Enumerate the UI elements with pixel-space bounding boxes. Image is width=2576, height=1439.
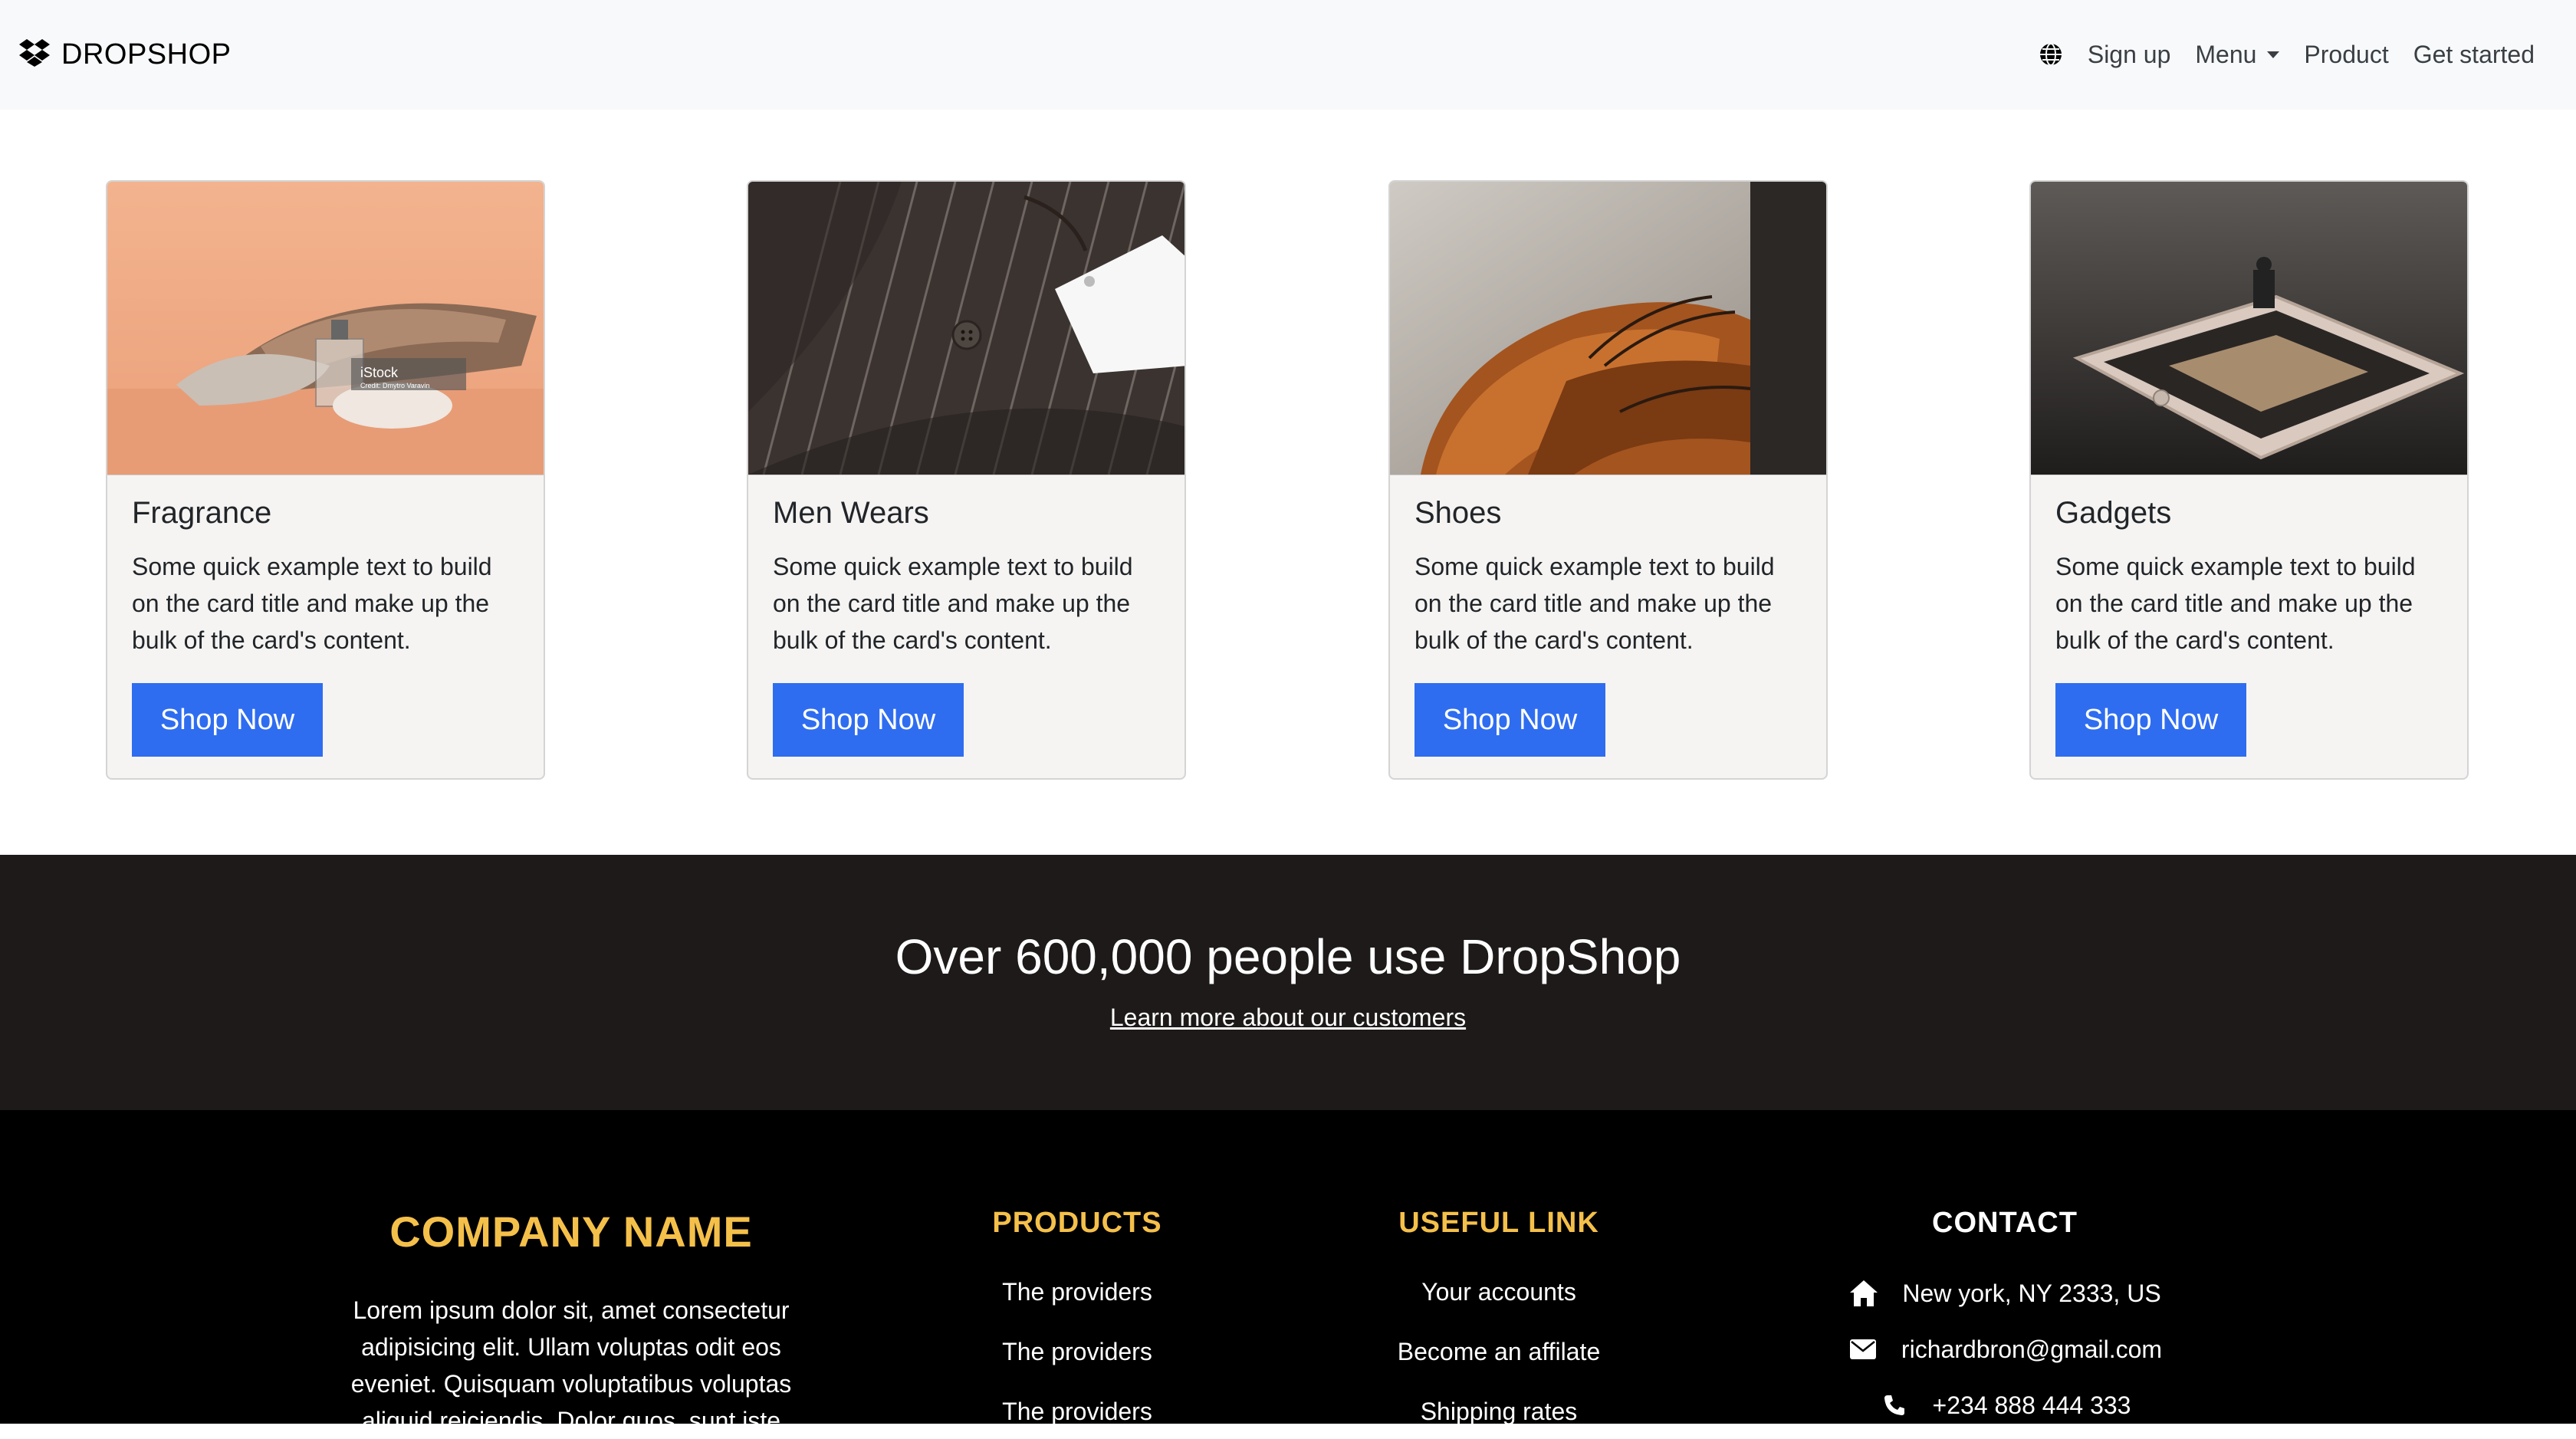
company-about: Lorem ipsum dolor sit, amet consectetur …: [350, 1296, 792, 1434]
navbar: DROPSHOP Sign up Menu Product Get starte…: [0, 0, 2576, 110]
contact-address-text: New york, NY 2333, US: [1902, 1279, 2161, 1307]
card-text: Some quick example text to build on the …: [773, 553, 1133, 654]
footer-company: COMPANY NAME Lorem ipsum dolor sit, amet…: [337, 1207, 805, 1439]
contact-phone-text[interactable]: +234 888 444 333: [1933, 1391, 2131, 1420]
envelope-icon: [1848, 1334, 1878, 1365]
stats-band: Over 600,000 people use DropShop Learn m…: [0, 855, 2576, 1110]
stats-link-wrap: Learn more about our customers: [0, 1004, 2576, 1032]
contact-address: New york, NY 2333, US: [1832, 1278, 2177, 1309]
shop-now-button[interactable]: Shop Now: [2055, 683, 2246, 757]
footer-link-providers[interactable]: The providers: [943, 1338, 1211, 1366]
nav-menu-label: Menu: [2195, 40, 2257, 68]
nav-get-started[interactable]: Get started: [2413, 41, 2535, 69]
card-text: Some quick example text to build on the …: [1414, 553, 1775, 654]
globe-icon[interactable]: [2039, 42, 2063, 67]
learn-more-link[interactable]: Learn more about our customers: [1110, 1004, 1466, 1031]
dropbox-icon: [18, 38, 51, 71]
shop-now-button[interactable]: Shop Now: [1414, 683, 1605, 757]
card-title: Shoes: [1414, 496, 1502, 530]
home-icon: [1848, 1278, 1879, 1309]
nav-links: Sign up Menu Product Get started: [2039, 35, 2535, 74]
stats-title: Over 600,000 people use DropShop: [895, 929, 1681, 984]
product-card-fragrance: iStock Credit: Dmytro Varavin Fragrance …: [106, 180, 545, 780]
product-card-men-wears: Men Wears Some quick example text to bui…: [747, 180, 1186, 780]
card-image-shoes: [1390, 182, 1826, 475]
caret-down-icon: [2267, 51, 2280, 58]
footer-link-providers[interactable]: The providers: [943, 1398, 1211, 1426]
card-title: Gadgets: [2055, 496, 2172, 530]
contact-heading: CONTACT: [1932, 1207, 2078, 1239]
brand-name: DROPSHOP: [61, 38, 232, 71]
company-name: COMPANY NAME: [389, 1207, 753, 1256]
footer-contact: CONTACT New york, NY 2333, US richardbro…: [1832, 1207, 2177, 1421]
card-image-gadgets: [2031, 182, 2467, 475]
footer-useful-links: USEFUL LINK Your accounts Become an affi…: [1346, 1207, 1652, 1426]
footer: COMPANY NAME Lorem ipsum dolor sit, amet…: [0, 1110, 2576, 1434]
phone-icon: [1879, 1390, 1910, 1421]
card-image-fragrance: iStock Credit: Dmytro Varavin: [107, 182, 544, 475]
watermark-credit: Credit: Dmytro Varavin: [360, 382, 429, 389]
useful-links-heading: USEFUL LINK: [1398, 1207, 1599, 1239]
products-heading: PRODUCTS: [992, 1207, 1162, 1239]
product-card-shoes: Shoes Some quick example text to build o…: [1388, 180, 1828, 780]
nav-menu-dropdown[interactable]: Menu: [2195, 40, 2280, 69]
shop-now-button[interactable]: Shop Now: [132, 683, 323, 757]
footer-link-shipping[interactable]: Shipping rates: [1346, 1398, 1652, 1426]
contact-email-text[interactable]: richardbron@gmail.com: [1901, 1336, 2162, 1364]
nav-signup[interactable]: Sign up: [2088, 41, 2171, 69]
card-title: Men Wears: [773, 496, 929, 530]
card-title: Fragrance: [132, 496, 272, 530]
shop-now-button[interactable]: Shop Now: [773, 683, 964, 757]
footer-link-providers[interactable]: The providers: [943, 1278, 1211, 1306]
footer-link-accounts[interactable]: Your accounts: [1346, 1278, 1652, 1306]
product-card-gadgets: Gadgets Some quick example text to build…: [2029, 180, 2469, 780]
nav-product[interactable]: Product: [2304, 41, 2388, 69]
card-text: Some quick example text to build on the …: [132, 553, 492, 654]
footer-link-affiliate[interactable]: Become an affilate: [1346, 1338, 1652, 1366]
brand[interactable]: DROPSHOP: [18, 35, 231, 74]
contact-email: richardbron@gmail.com: [1832, 1334, 2177, 1365]
card-image-men-wears: [748, 182, 1184, 475]
card-text: Some quick example text to build on the …: [2055, 553, 2416, 654]
footer-products: PRODUCTS The providers The providers The…: [943, 1207, 1211, 1426]
watermark-text: iStock: [360, 365, 399, 380]
contact-phone: +234 888 444 333: [1832, 1390, 2177, 1421]
